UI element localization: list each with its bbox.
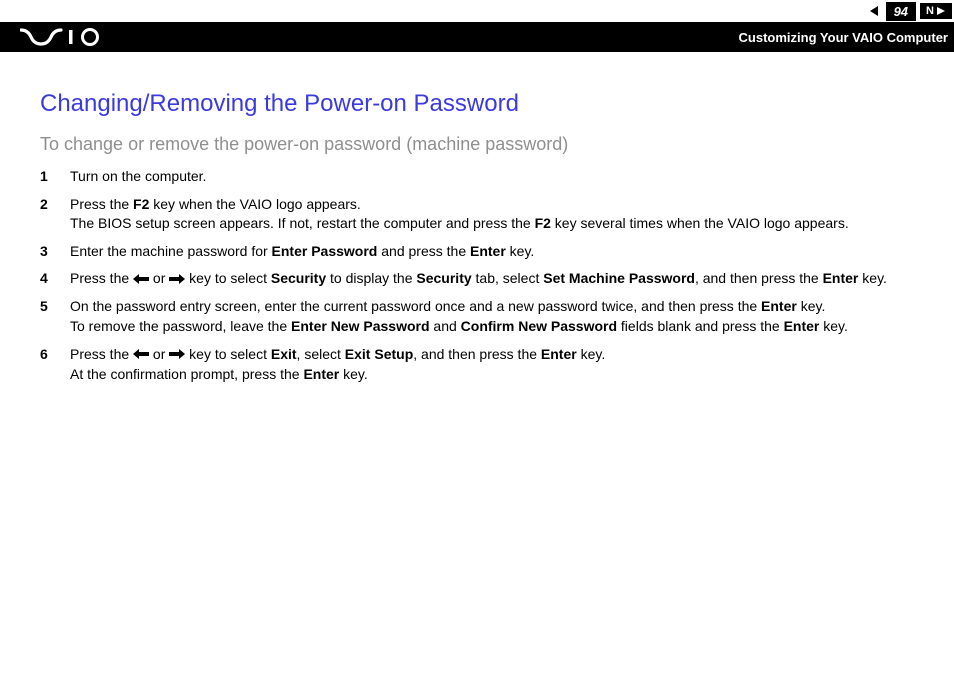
steps-list: 1Turn on the computer.2Press the F2 key …: [40, 167, 914, 384]
breadcrumb: Customizing Your VAIO Computer: [739, 30, 948, 45]
step-item: 2Press the F2 key when the VAIO logo app…: [40, 195, 914, 234]
next-page-button[interactable]: N: [920, 3, 952, 19]
step-text: Press the or key to select Exit, select …: [70, 345, 914, 385]
step-number: 4: [40, 269, 70, 289]
step-text: Turn on the computer.: [70, 167, 914, 187]
page-content: Changing/Removing the Power-on Password …: [40, 90, 914, 392]
step-item: 1Turn on the computer.: [40, 167, 914, 187]
step-number: 2: [40, 195, 70, 234]
top-nav-bar: 94 N: [868, 0, 954, 22]
step-item: 3Enter the machine password for Enter Pa…: [40, 242, 914, 262]
page-number: 94: [886, 2, 916, 21]
left-arrow-icon: [133, 345, 149, 365]
step-text: Press the F2 key when the VAIO logo appe…: [70, 195, 914, 234]
page-subtitle: To change or remove the power-on passwor…: [40, 134, 914, 155]
right-arrow-icon: [169, 345, 185, 365]
step-text: On the password entry screen, enter the …: [70, 297, 914, 336]
left-arrow-icon: [133, 270, 149, 290]
step-text: Enter the machine password for Enter Pas…: [70, 242, 914, 262]
step-number: 6: [40, 345, 70, 385]
step-text: Press the or key to select Security to d…: [70, 269, 914, 289]
step-number: 3: [40, 242, 70, 262]
step-number: 1: [40, 167, 70, 187]
header-bar: Customizing Your VAIO Computer: [0, 22, 954, 52]
n-label: N: [926, 5, 934, 17]
prev-page-arrow-icon[interactable]: [868, 4, 882, 18]
step-item: 6Press the or key to select Exit, select…: [40, 345, 914, 385]
step-number: 5: [40, 297, 70, 336]
step-item: 4Press the or key to select Security to …: [40, 269, 914, 289]
page-title: Changing/Removing the Power-on Password: [40, 90, 914, 118]
right-arrow-icon: [169, 270, 185, 290]
step-item: 5On the password entry screen, enter the…: [40, 297, 914, 336]
vaio-logo: [20, 28, 110, 46]
